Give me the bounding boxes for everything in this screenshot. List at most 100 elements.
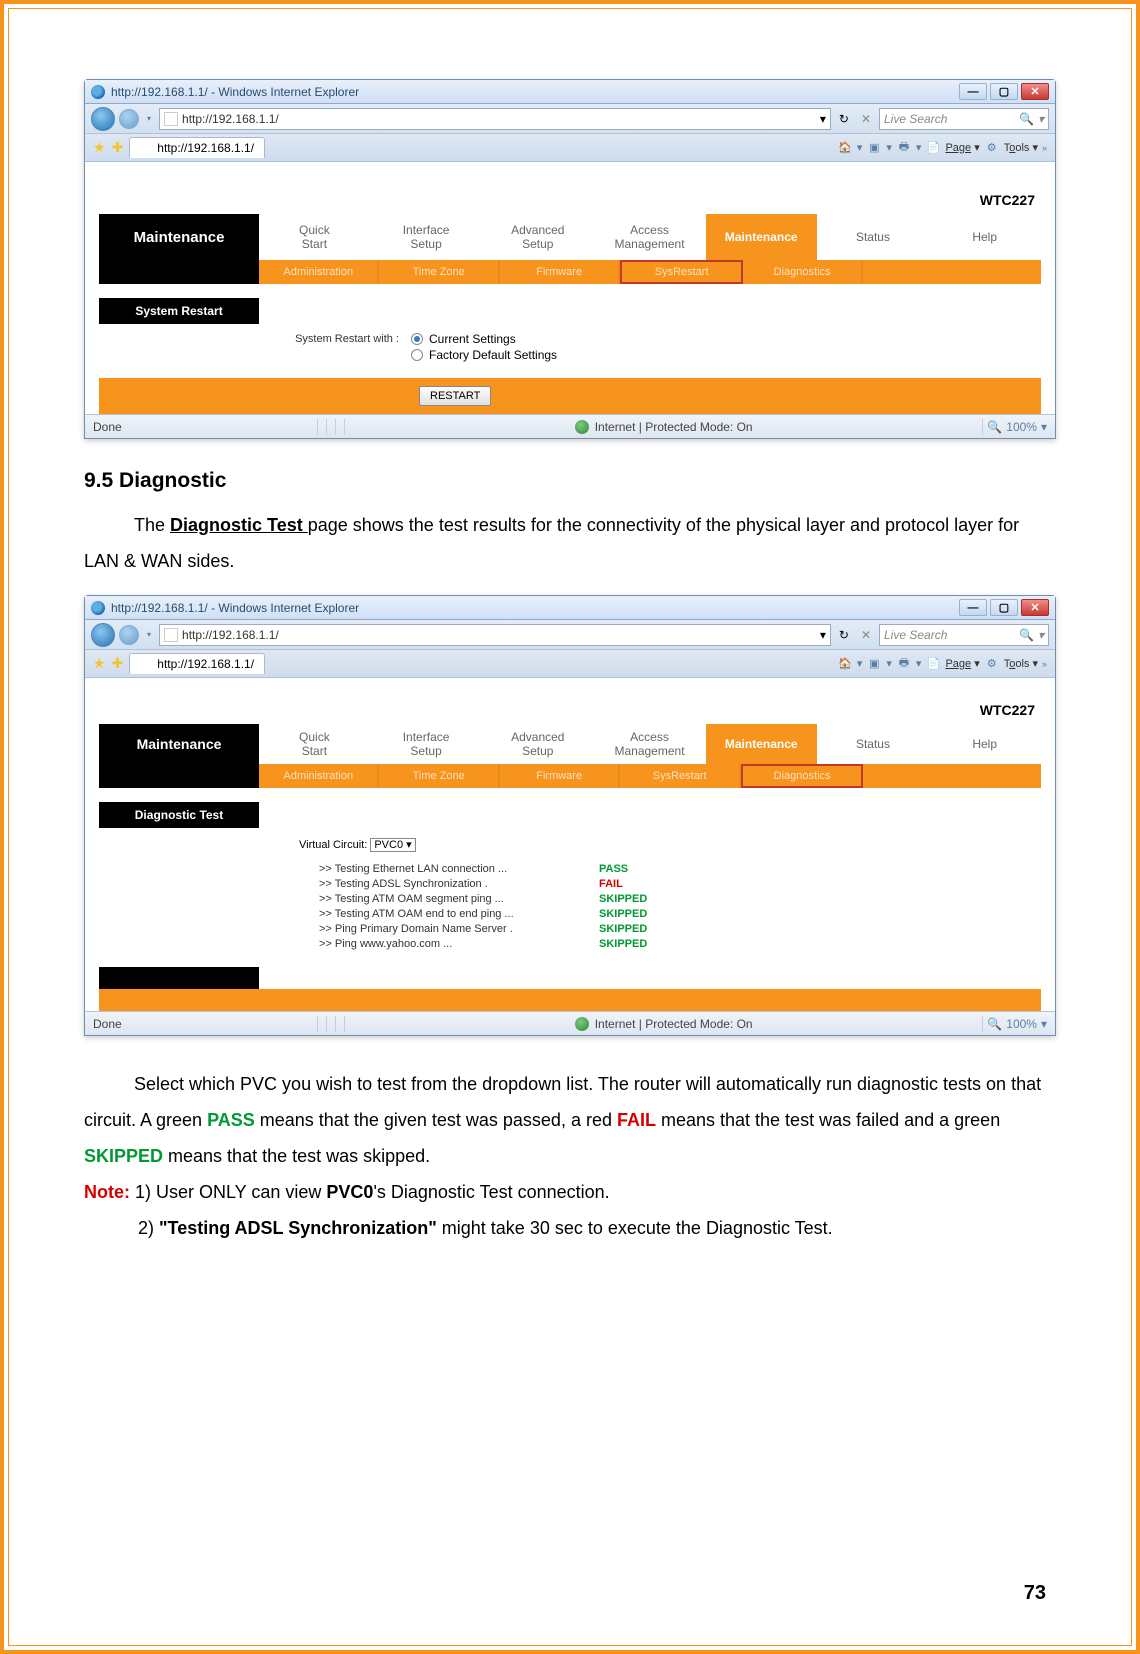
search-box[interactable]: Live Search 🔍 ▾	[879, 624, 1049, 646]
feeds-icon[interactable]: ▣	[866, 657, 882, 671]
close-button[interactable]: ✕	[1021, 83, 1049, 100]
test-name: >> Testing ATM OAM segment ping ...	[319, 893, 599, 905]
page-menu[interactable]: Page ▾	[945, 657, 979, 670]
chevrons-icon[interactable]: »	[1042, 143, 1047, 153]
address-dropdown-icon[interactable]: ▾	[820, 628, 826, 642]
forward-button[interactable]	[119, 109, 139, 129]
history-dropdown-icon[interactable]: ▾	[143, 630, 155, 639]
feeds-icon[interactable]: ▣	[866, 141, 882, 155]
print-icon[interactable]: 🖶	[896, 141, 912, 155]
tab-interface-setup[interactable]: InterfaceSetup	[371, 214, 483, 260]
titlebar: http://192.168.1.1/ - Windows Internet E…	[85, 80, 1055, 104]
zoom-control[interactable]: 🔍 100% ▾	[987, 420, 1047, 434]
tab-advanced-setup[interactable]: AdvancedSetup	[482, 214, 594, 260]
search-dropdown-icon[interactable]: ▾	[1038, 628, 1044, 642]
tab-access-management[interactable]: AccessManagement	[594, 724, 706, 764]
tools-menu[interactable]: Tools ▾	[1004, 657, 1038, 670]
subtab-administration[interactable]: Administration	[259, 260, 379, 284]
search-icon[interactable]: 🔍	[1019, 628, 1034, 642]
subtab-timezone[interactable]: Time Zone	[379, 764, 499, 788]
address-bar[interactable]: http://192.168.1.1/ ▾	[159, 108, 831, 130]
tab-advanced-setup[interactable]: AdvancedSetup	[482, 724, 594, 764]
favorites-star-icon[interactable]: ★	[93, 139, 106, 156]
search-icon[interactable]: 🔍	[1019, 112, 1034, 126]
back-button[interactable]	[91, 107, 115, 131]
tab-access-management[interactable]: AccessManagement	[594, 214, 706, 260]
add-favorite-icon[interactable]: ✚	[112, 655, 124, 672]
refresh-icon[interactable]: ↻	[835, 628, 853, 642]
spacer	[99, 967, 259, 989]
diag-test-row: >> Testing ATM OAM segment ping ...SKIPP…	[319, 893, 1041, 905]
home-icon[interactable]: 🏠	[837, 657, 853, 671]
forward-button[interactable]	[119, 625, 139, 645]
print-icon[interactable]: 🖶	[896, 657, 912, 671]
minimize-button[interactable]: —	[959, 599, 987, 616]
subtab-diagnostics[interactable]: Diagnostics	[741, 764, 863, 788]
spacer	[99, 260, 259, 284]
favorites-star-icon[interactable]: ★	[93, 655, 106, 672]
paragraph-explain: Select which PVC you wish to test from t…	[84, 1066, 1056, 1174]
model-label: WTC227	[99, 688, 1041, 724]
tab-quick-start[interactable]: QuickStart	[259, 214, 371, 260]
nav-toolbar: ▾ http://192.168.1.1/ ▾ ↻ ✕ Live Search …	[85, 104, 1055, 134]
tools-menu[interactable]: TToolsools ▾	[1004, 141, 1038, 154]
tab-maintenance[interactable]: Maintenance	[706, 214, 818, 260]
dropdown-icon[interactable]: ▾	[857, 141, 863, 154]
zoom-control[interactable]: 🔍 100% ▾	[987, 1017, 1047, 1031]
browser-tab[interactable]: http://192.168.1.1/	[129, 653, 265, 674]
protected-mode-text: Internet | Protected Mode: On	[595, 420, 753, 434]
browser-tab[interactable]: http://192.168.1.1/	[129, 137, 265, 158]
subtab-sysrestart[interactable]: SysRestart	[620, 260, 742, 284]
magnifier-icon: 🔍	[987, 420, 1002, 434]
zoom-level: 100%	[1006, 1017, 1037, 1031]
tab-maintenance[interactable]: Maintenance	[706, 724, 818, 764]
tab-status[interactable]: Status	[818, 214, 930, 260]
minimize-button[interactable]: —	[959, 83, 987, 100]
address-dropdown-icon[interactable]: ▾	[820, 112, 826, 126]
dropdown-icon[interactable]: ▾	[886, 657, 892, 670]
search-dropdown-icon[interactable]: ▾	[1038, 112, 1044, 126]
chevrons-icon[interactable]: »	[1042, 659, 1047, 669]
tab-quick-start[interactable]: QuickStart	[259, 724, 371, 764]
refresh-icon[interactable]: ↻	[835, 112, 853, 126]
home-icon[interactable]: 🏠	[837, 141, 853, 155]
subtab-firmware[interactable]: Firmware	[500, 260, 620, 284]
dropdown-icon[interactable]: ▾	[886, 141, 892, 154]
section-label: Diagnostic Test	[99, 802, 259, 828]
dropdown-icon[interactable]: ▾	[916, 141, 922, 154]
subtab-administration[interactable]: Administration	[259, 764, 379, 788]
radio-current-settings[interactable]	[411, 333, 423, 345]
tab-status[interactable]: Status	[818, 724, 930, 764]
diag-test-row: >> Testing ADSL Synchronization .FAIL	[319, 878, 1041, 890]
stop-icon[interactable]: ✕	[857, 628, 875, 642]
maximize-button[interactable]: ▢	[990, 599, 1018, 616]
test-result: SKIPPED	[599, 908, 647, 920]
back-button[interactable]	[91, 623, 115, 647]
search-box[interactable]: Live Search 🔍 ▾	[879, 108, 1049, 130]
dropdown-icon[interactable]: ▾	[857, 657, 863, 670]
diag-test-row: >> Ping www.yahoo.com ...SKIPPED	[319, 938, 1041, 950]
dropdown-icon[interactable]: ▾	[916, 657, 922, 670]
history-dropdown-icon[interactable]: ▾	[143, 114, 155, 123]
section-header-sysrestart: System Restart	[99, 298, 1041, 324]
subtab-firmware[interactable]: Firmware	[500, 764, 620, 788]
address-bar[interactable]: http://192.168.1.1/ ▾	[159, 624, 831, 646]
zoom-dropdown-icon: ▾	[1041, 1017, 1047, 1031]
page-menu[interactable]: Page ▾	[945, 141, 979, 154]
add-favorite-icon[interactable]: ✚	[112, 139, 124, 156]
stop-icon[interactable]: ✕	[857, 112, 875, 126]
subtab-sysrestart[interactable]: SysRestart	[620, 764, 740, 788]
radio-factory-default[interactable]	[411, 349, 423, 361]
section-heading: 9.5 Diagnostic	[84, 469, 1056, 493]
subtab-timezone[interactable]: Time Zone	[379, 260, 499, 284]
tab-interface-setup[interactable]: InterfaceSetup	[371, 724, 483, 764]
tab-help[interactable]: Help	[929, 724, 1041, 764]
tab-help[interactable]: Help	[929, 214, 1041, 260]
restart-button[interactable]: RESTART	[419, 386, 491, 406]
close-button[interactable]: ✕	[1021, 599, 1049, 616]
window-title: http://192.168.1.1/ - Windows Internet E…	[111, 601, 959, 615]
subtab-diagnostics[interactable]: Diagnostics	[743, 260, 863, 284]
maximize-button[interactable]: ▢	[990, 83, 1018, 100]
vc-select[interactable]: PVC0 ▾	[370, 838, 415, 852]
page-icon	[164, 628, 178, 642]
